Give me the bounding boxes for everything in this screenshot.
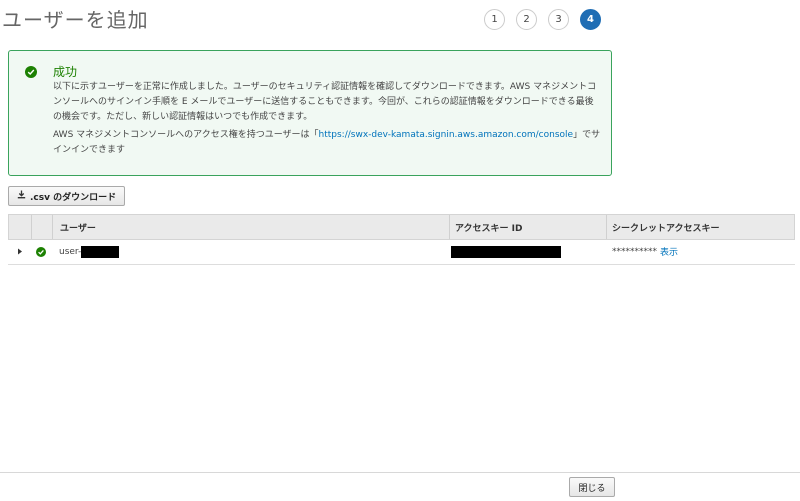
- close-button[interactable]: 閉じる: [569, 477, 615, 497]
- footer-divider: [0, 472, 800, 473]
- show-secret-link[interactable]: 表示: [660, 245, 678, 258]
- table-header: ユーザー アクセスキー ID シークレットアクセスキー: [8, 214, 795, 240]
- user-name-prefix: user-: [59, 246, 82, 257]
- redacted-user-name: [81, 245, 120, 258]
- access-key-id-cell: [451, 240, 561, 263]
- header-access-key-id[interactable]: アクセスキー ID: [455, 215, 523, 239]
- success-title: 成功: [53, 65, 78, 79]
- download-csv-button[interactable]: .csv のダウンロード: [8, 186, 126, 206]
- table-row: user- ********** 表示: [8, 240, 795, 265]
- user-name-cell: user-: [59, 240, 120, 263]
- success-message: 以下に示すユーザーを正常に作成しました。ユーザーのセキュリティ認証情報を確認して…: [53, 82, 597, 122]
- step-4: 4: [580, 9, 601, 30]
- header-user[interactable]: ユーザー: [60, 215, 96, 239]
- page-title: ユーザーを追加: [2, 8, 149, 32]
- step-2[interactable]: 2: [516, 9, 537, 30]
- expand-caret-icon[interactable]: [17, 240, 23, 263]
- redacted-access-key-id: [451, 245, 561, 258]
- header-secret-access-key[interactable]: シークレットアクセスキー: [612, 215, 720, 239]
- status-success-icon: [36, 240, 46, 263]
- signin-prefix: AWS マネジメントコンソールへのアクセス権を持つユーザーは「: [53, 130, 319, 140]
- download-csv-label: .csv のダウンロード: [30, 192, 117, 203]
- step-1[interactable]: 1: [484, 9, 505, 30]
- signin-message: AWS マネジメントコンソールへのアクセス権を持つユーザーは「https://s…: [53, 128, 601, 158]
- check-circle-icon: [25, 66, 37, 78]
- success-alert: 成功 以下に示すユーザーを正常に作成しました。ユーザーのセキュリティ認証情報を確…: [8, 50, 612, 176]
- secret-access-key-cell: ********** 表示: [612, 240, 678, 263]
- signin-url-link[interactable]: https://swx-dev-kamata.signin.aws.amazon…: [319, 130, 574, 140]
- step-3[interactable]: 3: [548, 9, 569, 30]
- credentials-table: ユーザー アクセスキー ID シークレットアクセスキー user- ******…: [8, 214, 795, 265]
- secret-masked-value: **********: [612, 246, 657, 257]
- download-icon: [17, 190, 26, 202]
- wizard-steps: 1 2 3 4: [484, 9, 601, 30]
